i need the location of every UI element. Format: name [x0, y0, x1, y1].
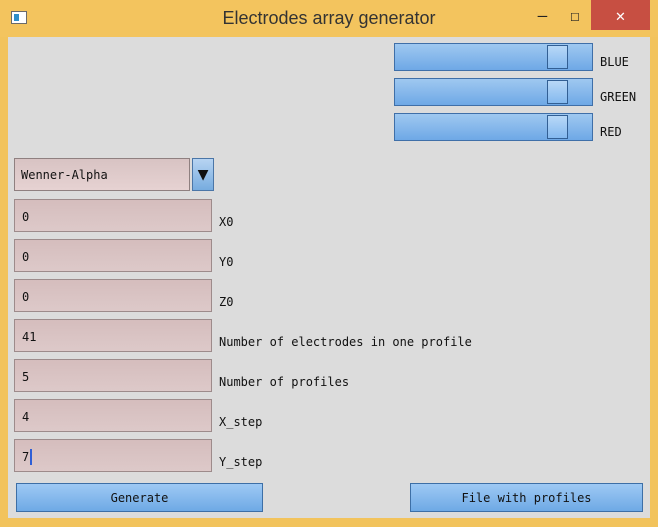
- x-step-field[interactable]: 4: [14, 399, 212, 432]
- electrodes-per-profile-label: Number of electrodes in one profile: [219, 335, 472, 349]
- x-step-label: X_step: [219, 415, 263, 429]
- z0-label: Z0: [219, 295, 234, 309]
- minimize-button[interactable]: —: [525, 0, 560, 30]
- y-step-value: 7: [22, 450, 30, 464]
- array-type-dropdown-button[interactable]: ▼: [192, 158, 214, 191]
- file-with-profiles-button[interactable]: File with profiles: [410, 483, 643, 512]
- blue-slider-label: BLUE: [600, 55, 629, 69]
- x0-field[interactable]: 0: [14, 199, 212, 232]
- app-window: Electrodes array generator — ☐ ✕ BLUE GR…: [0, 0, 658, 527]
- file-with-profiles-button-label: File with profiles: [461, 490, 592, 505]
- y-step-field[interactable]: 7: [14, 439, 212, 472]
- y0-field[interactable]: 0: [14, 239, 212, 272]
- electrodes-per-profile-field[interactable]: 41: [14, 319, 212, 352]
- maximize-button[interactable]: ☐: [560, 0, 590, 30]
- maximize-icon: ☐: [570, 5, 580, 25]
- green-slider[interactable]: [394, 78, 593, 106]
- close-icon: ✕: [615, 5, 626, 25]
- red-slider-label: RED: [600, 125, 622, 139]
- z0-value: 0: [22, 290, 30, 304]
- blue-slider[interactable]: [394, 43, 593, 71]
- minimize-icon: —: [537, 5, 548, 25]
- number-of-profiles-label: Number of profiles: [219, 375, 350, 389]
- red-slider-thumb[interactable]: [547, 115, 568, 139]
- x-step-value: 4: [22, 410, 30, 424]
- red-slider[interactable]: [394, 113, 593, 141]
- title-bar[interactable]: Electrodes array generator — ☐ ✕: [0, 0, 658, 37]
- green-slider-thumb[interactable]: [547, 80, 568, 104]
- number-of-profiles-field[interactable]: 5: [14, 359, 212, 392]
- main-panel: BLUE GREEN RED Wenner-Alpha ▼ 0 X0 0 Y0 …: [8, 37, 650, 518]
- y-step-label: Y_step: [219, 455, 263, 469]
- x0-value: 0: [22, 210, 30, 224]
- generate-button-label: Generate: [110, 490, 169, 505]
- z0-field[interactable]: 0: [14, 279, 212, 312]
- green-slider-label: GREEN: [600, 90, 637, 104]
- y0-value: 0: [22, 250, 30, 264]
- array-type-value: Wenner-Alpha: [21, 168, 108, 182]
- dropdown-triangle-icon: ▼: [197, 164, 209, 185]
- electrodes-per-profile-value: 41: [22, 330, 37, 344]
- blue-slider-thumb[interactable]: [547, 45, 568, 69]
- generate-button[interactable]: Generate: [16, 483, 263, 512]
- number-of-profiles-value: 5: [22, 370, 30, 384]
- close-button[interactable]: ✕: [591, 0, 650, 30]
- text-cursor-icon: [30, 449, 32, 465]
- array-type-select[interactable]: Wenner-Alpha: [14, 158, 190, 191]
- x0-label: X0: [219, 215, 234, 229]
- y0-label: Y0: [219, 255, 234, 269]
